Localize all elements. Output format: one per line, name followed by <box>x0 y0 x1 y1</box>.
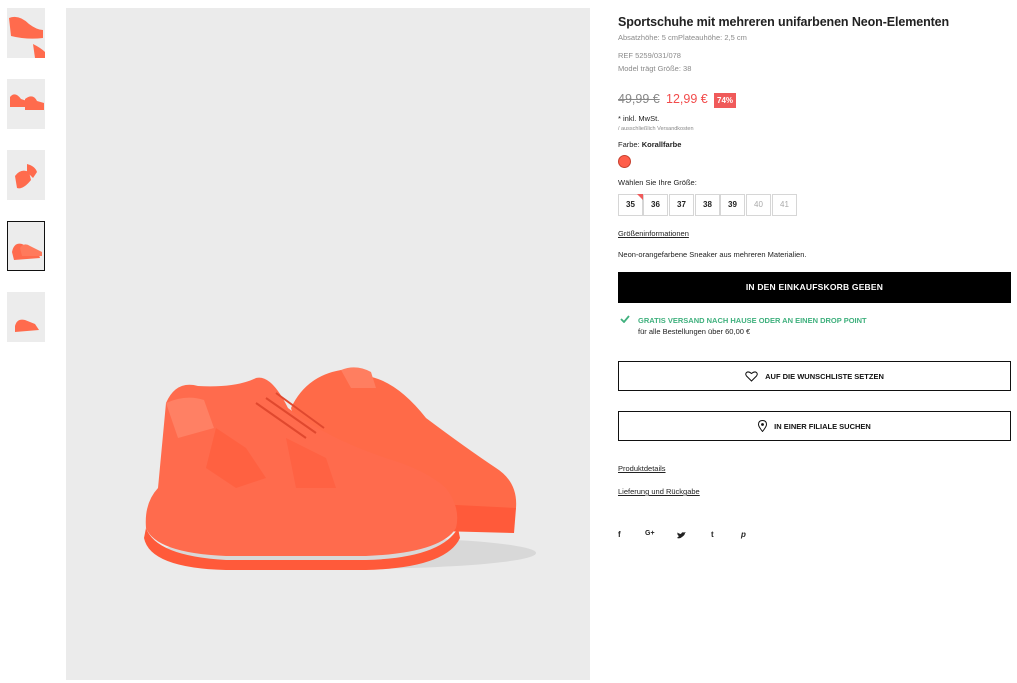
add-to-cart-button[interactable]: IN DEN EINKAUFSKORB GEBEN <box>618 272 1011 303</box>
wishlist-button[interactable]: AUF DIE WUNSCHLISTE SETZEN <box>618 361 1011 391</box>
size-label: 38 <box>703 200 712 209</box>
product-details-link[interactable]: Produktdetails <box>618 464 666 473</box>
twitter-icon[interactable] <box>677 532 686 539</box>
thumbnail-2[interactable] <box>7 79 45 129</box>
tumblr-icon[interactable]: t <box>711 530 714 539</box>
size-option-41[interactable]: 41 <box>772 194 797 216</box>
color-swatch-coral[interactable] <box>618 155 631 168</box>
color-label: Farbe: <box>618 140 642 149</box>
wishlist-label: AUF DIE WUNSCHLISTE SETZEN <box>765 371 884 381</box>
facebook-icon[interactable]: f <box>618 530 621 539</box>
thumbnail-3[interactable] <box>7 150 45 200</box>
sale-price: 12,99 € <box>666 92 708 106</box>
size-label: 36 <box>651 200 660 209</box>
heart-icon <box>745 370 758 382</box>
size-option-40[interactable]: 40 <box>746 194 771 216</box>
size-label: 37 <box>677 200 686 209</box>
size-option-38[interactable]: 38 <box>695 194 720 216</box>
free-shipping-condition: für alle Bestellungen über 60,00 € <box>638 327 751 336</box>
location-pin-icon <box>758 420 768 432</box>
product-heights: Absatzhöhe: 5 cmPlateauhöhe: 2,5 cm <box>618 33 747 42</box>
pinterest-icon[interactable]: p <box>741 530 746 539</box>
size-label: 40 <box>754 200 763 209</box>
googleplus-icon[interactable]: G+ <box>645 530 655 537</box>
thumbnail-5[interactable] <box>7 292 45 342</box>
size-label: 39 <box>728 200 737 209</box>
product-title: Sportschuhe mit mehreren unifarbenen Neo… <box>618 15 950 29</box>
size-option-37[interactable]: 37 <box>669 194 694 216</box>
delivery-returns-link[interactable]: Lieferung und Rückgabe <box>618 487 700 496</box>
discount-badge: 74% <box>714 93 737 108</box>
shipping-cost-note: / ausschließlich Versandkosten <box>618 126 694 132</box>
model-size: Model trägt Größe: 38 <box>618 64 692 73</box>
size-info-link[interactable]: Größeninformationen <box>618 229 689 238</box>
sneaker-illustration <box>144 367 536 570</box>
free-shipping-title: GRATIS VERSAND NACH HAUSE ODER AN EINEN … <box>638 316 867 325</box>
find-in-store-button[interactable]: IN EINER FILIALE SUCHEN <box>618 411 1011 441</box>
size-prompt: Wählen Sie Ihre Größe: <box>618 178 697 187</box>
size-label: 41 <box>780 200 789 209</box>
size-option-35[interactable]: 35 <box>618 194 643 216</box>
checkmark-icon <box>620 315 630 323</box>
old-price: 49,99 € <box>618 92 660 106</box>
product-description: Neon-orangefarbene Sneaker aus mehreren … <box>618 250 807 259</box>
thumbnail-4[interactable] <box>7 221 45 271</box>
tax-note: * inkl. MwSt. <box>618 114 660 123</box>
color-value: Korallfarbe <box>641 140 682 149</box>
product-main-image[interactable] <box>66 8 590 680</box>
size-option-39[interactable]: 39 <box>720 194 745 216</box>
color-label-row: Farbe: Korallfarbe <box>618 140 681 149</box>
find-in-store-label: IN EINER FILIALE SUCHEN <box>774 421 871 431</box>
size-label: 35 <box>626 200 635 209</box>
product-ref: REF 5259/031/078 <box>618 51 681 60</box>
size-option-36[interactable]: 36 <box>643 194 668 216</box>
thumbnail-1[interactable] <box>7 8 45 58</box>
